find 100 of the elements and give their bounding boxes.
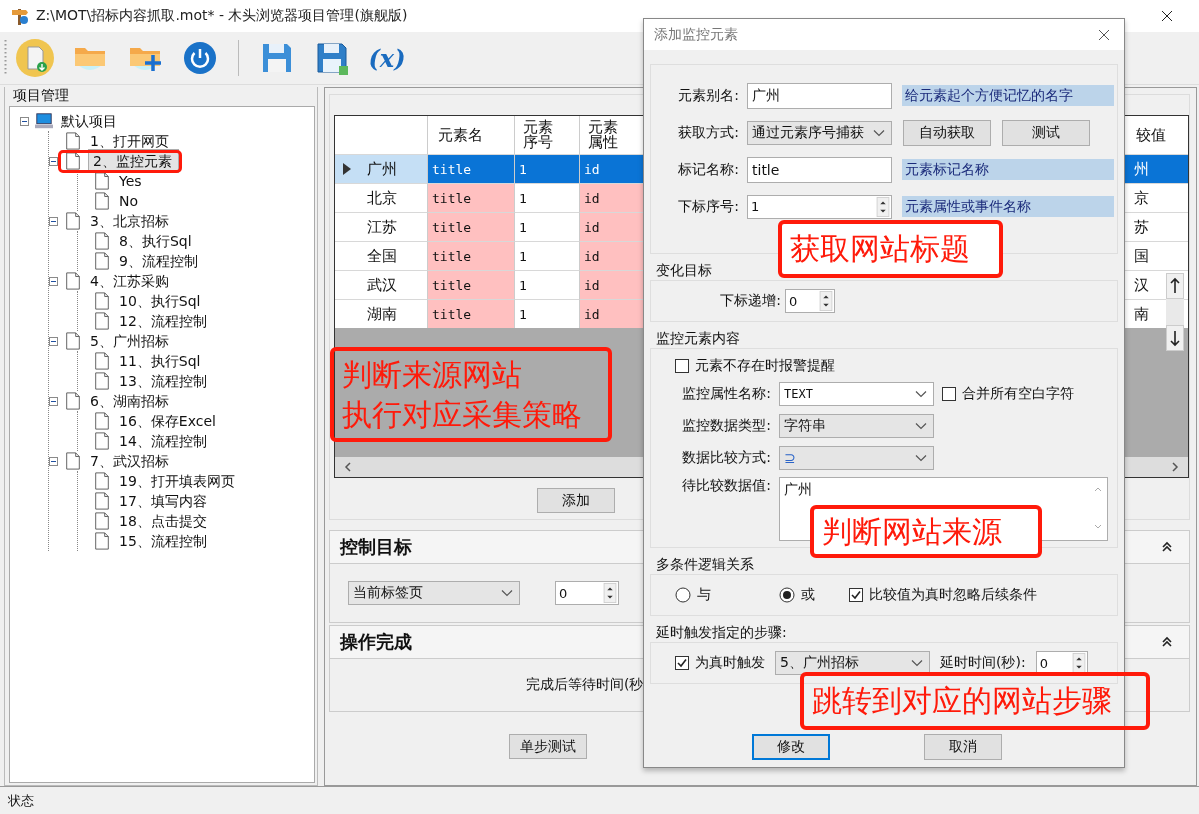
collapse-icon[interactable]: [49, 456, 58, 466]
close-icon[interactable]: [1098, 28, 1110, 41]
section-title: 控制目标: [340, 535, 412, 559]
scroll-up-icon[interactable]: [1166, 273, 1184, 299]
vertical-scrollbar[interactable]: [1166, 273, 1184, 351]
collapse-icon[interactable]: [1161, 541, 1173, 553]
text-field[interactable]: title: [747, 156, 892, 183]
dropdown-chevron-icon: [915, 454, 927, 462]
document-icon: [93, 252, 111, 270]
group-title: 延时触发指定的步骤:: [656, 624, 788, 642]
step-test-button[interactable]: 单步测试: [509, 734, 587, 759]
tree-item[interactable]: 13、流程控制: [117, 372, 209, 390]
attribute-dropdown[interactable]: TEXT: [779, 382, 934, 406]
document-icon: [93, 192, 111, 210]
tree-item[interactable]: 9、流程控制: [117, 252, 200, 270]
text-field[interactable]: 广州: [747, 82, 892, 109]
collapse-icon[interactable]: [49, 156, 58, 166]
checkbox[interactable]: [675, 656, 689, 670]
table-cell: title: [427, 183, 514, 212]
tree-item[interactable]: 6、湖南招标: [88, 392, 171, 410]
table-cell: title: [427, 299, 514, 328]
close-icon[interactable]: [1161, 10, 1173, 22]
window-title: Z:\MOT\招标内容抓取.mot* - 木头浏览器项目管理(旗舰版): [36, 7, 408, 25]
tree-item[interactable]: 19、打开填表网页: [117, 472, 237, 490]
tree-item[interactable]: 15、流程控制: [117, 532, 209, 550]
tree-item[interactable]: 18、点击提交: [117, 512, 209, 530]
dropdown-chevron-icon: [911, 659, 923, 667]
collapse-icon[interactable]: [1161, 636, 1173, 648]
radio-button[interactable]: [675, 587, 691, 603]
method-dropdown[interactable]: 通过元素序号捕获: [747, 120, 892, 145]
dialog-button[interactable]: 取消: [924, 734, 1002, 760]
tree-item[interactable]: 4、江苏采购: [88, 272, 171, 290]
table-cell: title: [427, 270, 514, 299]
number-field[interactable]: 0: [555, 581, 619, 605]
dialog-button[interactable]: 修改: [752, 734, 830, 760]
tree-item[interactable]: 11、执行Sql: [117, 352, 203, 370]
column-header: 较值: [1135, 124, 1167, 146]
field-label: 待比较数据值:: [681, 477, 771, 495]
scroll-left-icon[interactable]: [343, 462, 353, 472]
hint-text: 元素属性或事件名称: [902, 196, 1114, 217]
tree-item[interactable]: Yes: [117, 172, 144, 190]
number-field[interactable]: 0: [1035, 651, 1088, 675]
dialog-button[interactable]: 自动获取: [903, 119, 991, 146]
document-icon: [64, 392, 82, 410]
collapse-icon[interactable]: [49, 216, 58, 226]
collapse-icon[interactable]: [20, 116, 29, 126]
tree-item[interactable]: 默认项目: [59, 112, 119, 130]
tree-item[interactable]: 7、武汉招标: [88, 452, 171, 470]
radio-button[interactable]: [779, 587, 795, 603]
tree-item[interactable]: 12、流程控制: [117, 312, 209, 330]
tree-item[interactable]: 10、执行Sql: [117, 292, 203, 310]
tree-item[interactable]: 5、广州招标: [88, 332, 171, 350]
collapse-icon[interactable]: [49, 396, 58, 406]
table-cell: 1: [514, 241, 579, 270]
spinner-arrows-icon[interactable]: [876, 196, 890, 217]
tab-dropdown[interactable]: 当前标签页: [348, 581, 520, 605]
collapse-icon[interactable]: [49, 276, 58, 286]
document-icon: [64, 452, 82, 470]
checkbox[interactable]: [942, 387, 956, 401]
tree-item[interactable]: 16、保存Excel: [117, 412, 218, 430]
spinner-arrows-icon[interactable]: [819, 291, 833, 311]
document-icon: [93, 532, 111, 550]
document-icon: [64, 332, 82, 350]
tree-item[interactable]: 8、执行Sql: [117, 232, 194, 250]
checkbox[interactable]: [675, 359, 689, 373]
document-icon: [93, 472, 111, 490]
scroll-right-icon[interactable]: [1170, 462, 1180, 472]
tree-item[interactable]: 14、流程控制: [117, 432, 209, 450]
document-icon: [64, 132, 82, 150]
checkbox-label: 比较值为真时忽略后续条件: [869, 586, 1037, 604]
dialog-button[interactable]: 测试: [1002, 119, 1090, 146]
number-field[interactable]: 1: [747, 194, 892, 219]
tree-item[interactable]: No: [117, 192, 141, 210]
annotation-text: 执行对应采集策略: [342, 395, 583, 434]
new-file-icon[interactable]: [15, 38, 55, 78]
tree-item[interactable]: 1、打开网页: [88, 132, 171, 150]
tree-item[interactable]: 17、填写内容: [117, 492, 209, 510]
table-cell: 武汉: [367, 275, 397, 295]
document-icon: [93, 292, 111, 310]
table-cell: 全国: [367, 246, 397, 266]
section-title: 操作完成: [340, 630, 412, 654]
compare-dropdown[interactable]: ⊇: [779, 446, 934, 470]
tree-item[interactable]: 3、北京招标: [88, 212, 171, 230]
spinner-arrows-icon[interactable]: [603, 583, 617, 603]
variable-button[interactable]: (x): [367, 38, 407, 78]
checkbox[interactable]: [849, 588, 863, 602]
radio-label: 与: [697, 586, 711, 604]
computer-icon: [35, 112, 53, 130]
document-icon: [93, 372, 111, 390]
table-cell: title: [427, 241, 514, 270]
document-icon: [64, 212, 82, 230]
hint-text: 给元素起个方便记忆的名字: [902, 85, 1114, 106]
type-dropdown[interactable]: 字符串: [779, 414, 934, 438]
collapse-icon[interactable]: [49, 336, 58, 346]
add-button[interactable]: 添加: [537, 488, 615, 513]
table-cell: 1: [514, 154, 579, 183]
step-dropdown[interactable]: 5、广州招标: [775, 651, 930, 675]
spinner-arrows-icon[interactable]: [1071, 653, 1086, 673]
scroll-down-icon[interactable]: [1166, 325, 1184, 351]
number-field[interactable]: 0: [785, 289, 835, 313]
